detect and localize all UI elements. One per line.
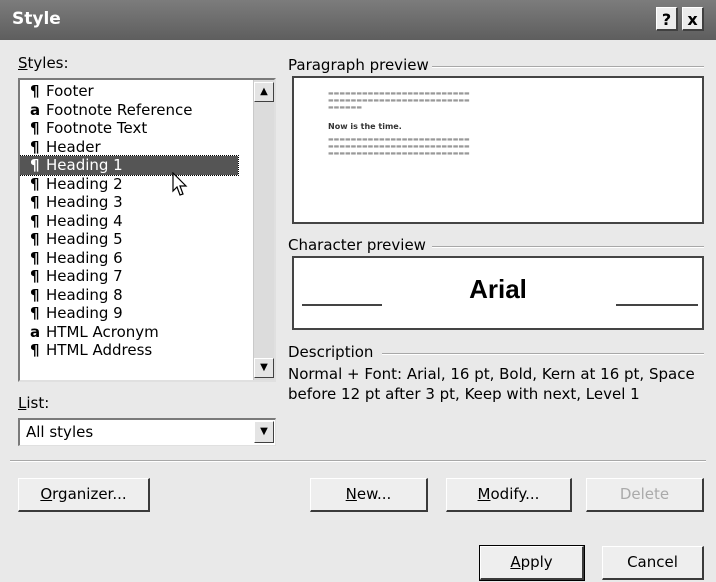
preceding-paragraph-sample: ▬▬▬▬▬▬▬▬▬▬▬▬▬▬▬▬▬▬▬▬▬▬▬▬▬ ▬▬▬▬▬▬▬▬▬▬▬▬▬▬▬…	[328, 90, 470, 111]
style-list-item[interactable]: ¶ Heading 3	[20, 193, 238, 212]
style-list-item[interactable]: a HTML Acronym	[20, 323, 238, 342]
character-preview-rule	[432, 246, 704, 248]
style-item-label: Footnote Text	[46, 119, 148, 137]
scroll-down-button[interactable]: ▼	[254, 358, 274, 378]
dropdown-arrow-icon[interactable]: ▼	[254, 421, 274, 443]
style-item-label: Heading 2	[46, 174, 123, 193]
window-title: Style	[12, 9, 61, 29]
styles-listbox[interactable]: ¶ Footer a Footnote Reference ¶ Footnote Text…	[18, 78, 276, 382]
style-list-item[interactable]: ¶ HTML Address	[20, 341, 238, 360]
style-item-label: Heading 3	[46, 193, 123, 211]
paragraph-style-icon: ¶	[30, 156, 40, 174]
style-item-label: HTML Acronym	[46, 322, 159, 341]
style-item-label: Heading 9	[46, 304, 123, 322]
character-preview-box: Arial	[292, 256, 704, 330]
modify-button[interactable]: Modify...	[446, 478, 572, 512]
style-item-label: Heading 1	[46, 156, 123, 174]
paragraph-preview-box: ▬▬▬▬▬▬▬▬▬▬▬▬▬▬▬▬▬▬▬▬▬▬▬▬▬ ▬▬▬▬▬▬▬▬▬▬▬▬▬▬▬…	[292, 76, 704, 224]
style-item-label: Heading 6	[46, 248, 123, 267]
style-item-label: Heading 8	[46, 285, 123, 304]
style-list-item[interactable]: ¶ Heading 5	[20, 230, 238, 249]
character-style-icon: a	[30, 322, 41, 341]
style-item-label: Header	[46, 137, 101, 156]
cancel-button[interactable]: Cancel	[602, 546, 704, 580]
paragraph-style-icon: ¶	[30, 248, 40, 267]
description-rule	[382, 353, 704, 355]
separator	[10, 460, 706, 462]
help-button[interactable]: ?	[656, 7, 678, 31]
description-text: Normal + Font: Arial, 16 pt, Bold, Kern …	[288, 365, 695, 403]
paragraph-style-icon: ¶	[30, 82, 40, 100]
style-list-item[interactable]: ¶ Footnote Text	[20, 119, 238, 138]
list-dropdown[interactable]: All styles ▼	[18, 418, 276, 446]
title-bar: Style ? x	[0, 0, 716, 40]
scroll-up-button[interactable]: ▲	[254, 82, 274, 102]
style-list-item[interactable]: ¶ Heading 4	[20, 212, 238, 231]
paragraph-preview-label: Paragraph preview	[288, 56, 429, 74]
mouse-cursor-icon	[172, 172, 188, 196]
paragraph-style-icon: ¶	[30, 193, 40, 211]
style-item-label: Footnote Reference	[46, 100, 193, 119]
style-list-item[interactable]: a Footnote Reference	[20, 101, 238, 120]
paragraph-style-icon: ¶	[30, 304, 40, 322]
character-style-icon: a	[30, 100, 41, 119]
style-list-item[interactable]: ¶ Footer	[20, 82, 238, 101]
style-item-label: Footer	[46, 82, 94, 100]
paragraph-style-icon: ¶	[30, 174, 40, 193]
list-label: List:	[18, 394, 50, 412]
styles-scrollbar[interactable]: ▲ ▼	[253, 80, 274, 380]
style-item-label: Heading 5	[46, 230, 123, 248]
paragraph-style-icon: ¶	[30, 119, 40, 137]
new-style-button[interactable]: New...	[310, 478, 428, 512]
following-paragraph-sample: ▬▬▬▬▬▬▬▬▬▬▬▬▬▬▬▬▬▬▬▬▬▬▬▬▬ ▬▬▬▬▬▬▬▬▬▬▬▬▬▬▬…	[328, 136, 470, 157]
paragraph-style-icon: ¶	[30, 267, 40, 285]
style-list-item[interactable]: ¶ Heading 2	[20, 175, 238, 194]
paragraph-preview-rule	[432, 66, 704, 68]
style-list-item[interactable]: ¶ Heading 1	[20, 155, 239, 176]
character-preview-font: Arial	[469, 274, 527, 304]
style-list-item[interactable]: ¶ Header	[20, 138, 238, 157]
description-label: Description	[288, 343, 374, 361]
styles-list-items: ¶ Footer a Footnote Reference ¶ Footnote Text…	[20, 82, 239, 360]
style-list-item[interactable]: ¶ Heading 7	[20, 267, 238, 286]
character-preview-label: Character preview	[288, 236, 426, 254]
close-button[interactable]: x	[682, 7, 704, 31]
style-list-item[interactable]: ¶ Heading 8	[20, 286, 238, 305]
preview-sample-text: Now is the time.	[328, 122, 402, 131]
list-dropdown-value: All styles	[26, 423, 94, 441]
styles-label: Styles:	[18, 54, 69, 72]
apply-button[interactable]: Apply	[479, 545, 585, 581]
style-list-item[interactable]: ¶ Heading 6	[20, 249, 238, 268]
paragraph-style-icon: ¶	[30, 211, 40, 230]
delete-button[interactable]: Delete	[586, 478, 704, 512]
style-item-label: HTML Address	[46, 341, 153, 359]
style-list-item[interactable]: ¶ Heading 9	[20, 304, 238, 323]
paragraph-style-icon: ¶	[30, 341, 40, 359]
style-item-label: Heading 4	[46, 211, 123, 230]
paragraph-style-icon: ¶	[30, 230, 40, 248]
paragraph-style-icon: ¶	[30, 285, 40, 304]
organizer-button[interactable]: Organizer...	[18, 478, 150, 512]
preview-baseline-right	[616, 304, 698, 306]
style-item-label: Heading 7	[46, 267, 123, 285]
paragraph-style-icon: ¶	[30, 137, 40, 156]
